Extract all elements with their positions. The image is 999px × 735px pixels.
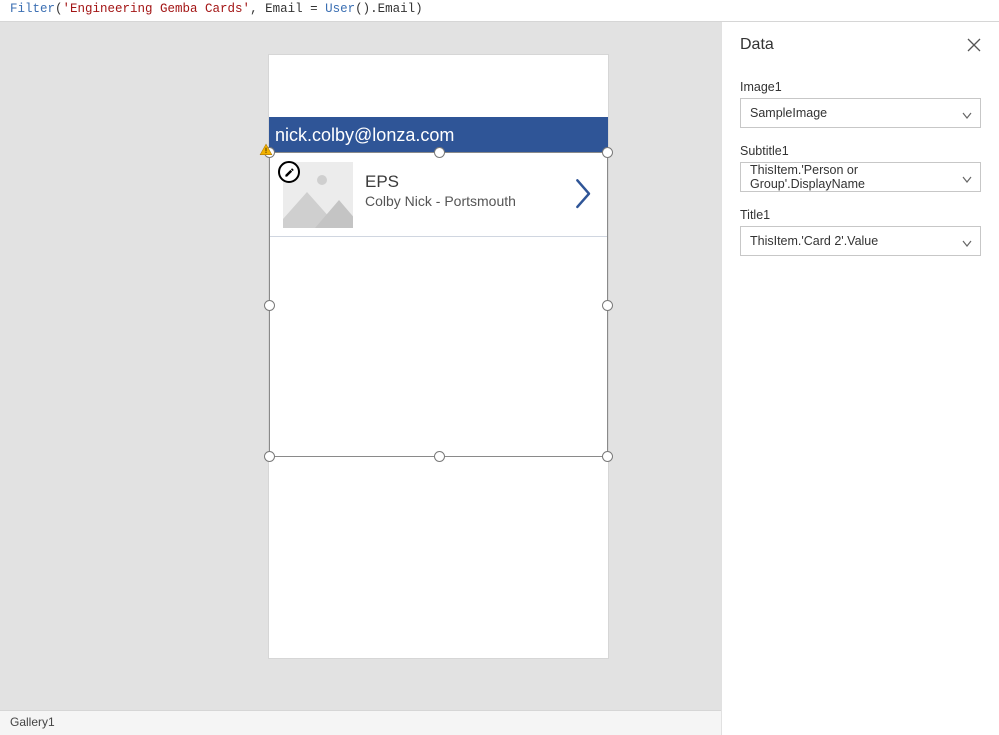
status-bar: Gallery1 [0,710,721,735]
edit-template-button[interactable] [278,161,300,183]
screen-preview: nick.colby@lonza.com EPS Colby Nick - Po… [269,55,608,658]
gallery-item[interactable]: EPS Colby Nick - Portsmouth [270,153,607,237]
dropdown-value: SampleImage [750,106,827,120]
chevron-down-icon [962,109,972,117]
image1-dropdown[interactable]: SampleImage [740,98,981,128]
dropdown-value: ThisItem.'Card 2'.Value [750,234,878,248]
data-panel: Data Image1 SampleImage Subtitle1 ThisIt… [721,22,999,735]
formula-bar[interactable]: Filter('Engineering Gemba Cards', Email … [0,0,999,22]
resize-handle[interactable] [264,300,275,311]
chevron-down-icon [962,173,972,181]
field-image1: Image1 SampleImage [740,80,981,128]
selected-control-name: Gallery1 [10,715,55,729]
resize-handle[interactable] [434,451,445,462]
subtitle1-dropdown[interactable]: ThisItem.'Person or Group'.DisplayName [740,162,981,192]
header-email-text: nick.colby@lonza.com [275,125,454,145]
item-title: EPS [365,172,399,192]
resize-handle[interactable] [264,451,275,462]
field-label: Subtitle1 [740,144,981,158]
formula-fn: Filter [10,2,55,16]
gallery-selection[interactable]: EPS Colby Nick - Portsmouth [269,152,608,457]
field-label: Title1 [740,208,981,222]
resize-handle[interactable] [602,300,613,311]
resize-handle[interactable] [602,451,613,462]
field-label: Image1 [740,80,981,94]
panel-title: Data [740,36,774,54]
resize-handle[interactable] [602,147,613,158]
field-subtitle1: Subtitle1 ThisItem.'Person or Group'.Dis… [740,144,981,192]
item-subtitle: Colby Nick - Portsmouth [365,193,516,209]
chevron-right-icon[interactable] [574,177,594,209]
warning-icon[interactable] [259,143,273,157]
close-icon[interactable] [967,38,981,52]
chevron-down-icon [962,237,972,245]
dropdown-value: ThisItem.'Person or Group'.DisplayName [750,163,952,191]
field-title1: Title1 ThisItem.'Card 2'.Value [740,208,981,256]
formula-arg1: 'Engineering Gemba Cards' [63,2,251,16]
resize-handle[interactable] [434,147,445,158]
title1-dropdown[interactable]: ThisItem.'Card 2'.Value [740,226,981,256]
